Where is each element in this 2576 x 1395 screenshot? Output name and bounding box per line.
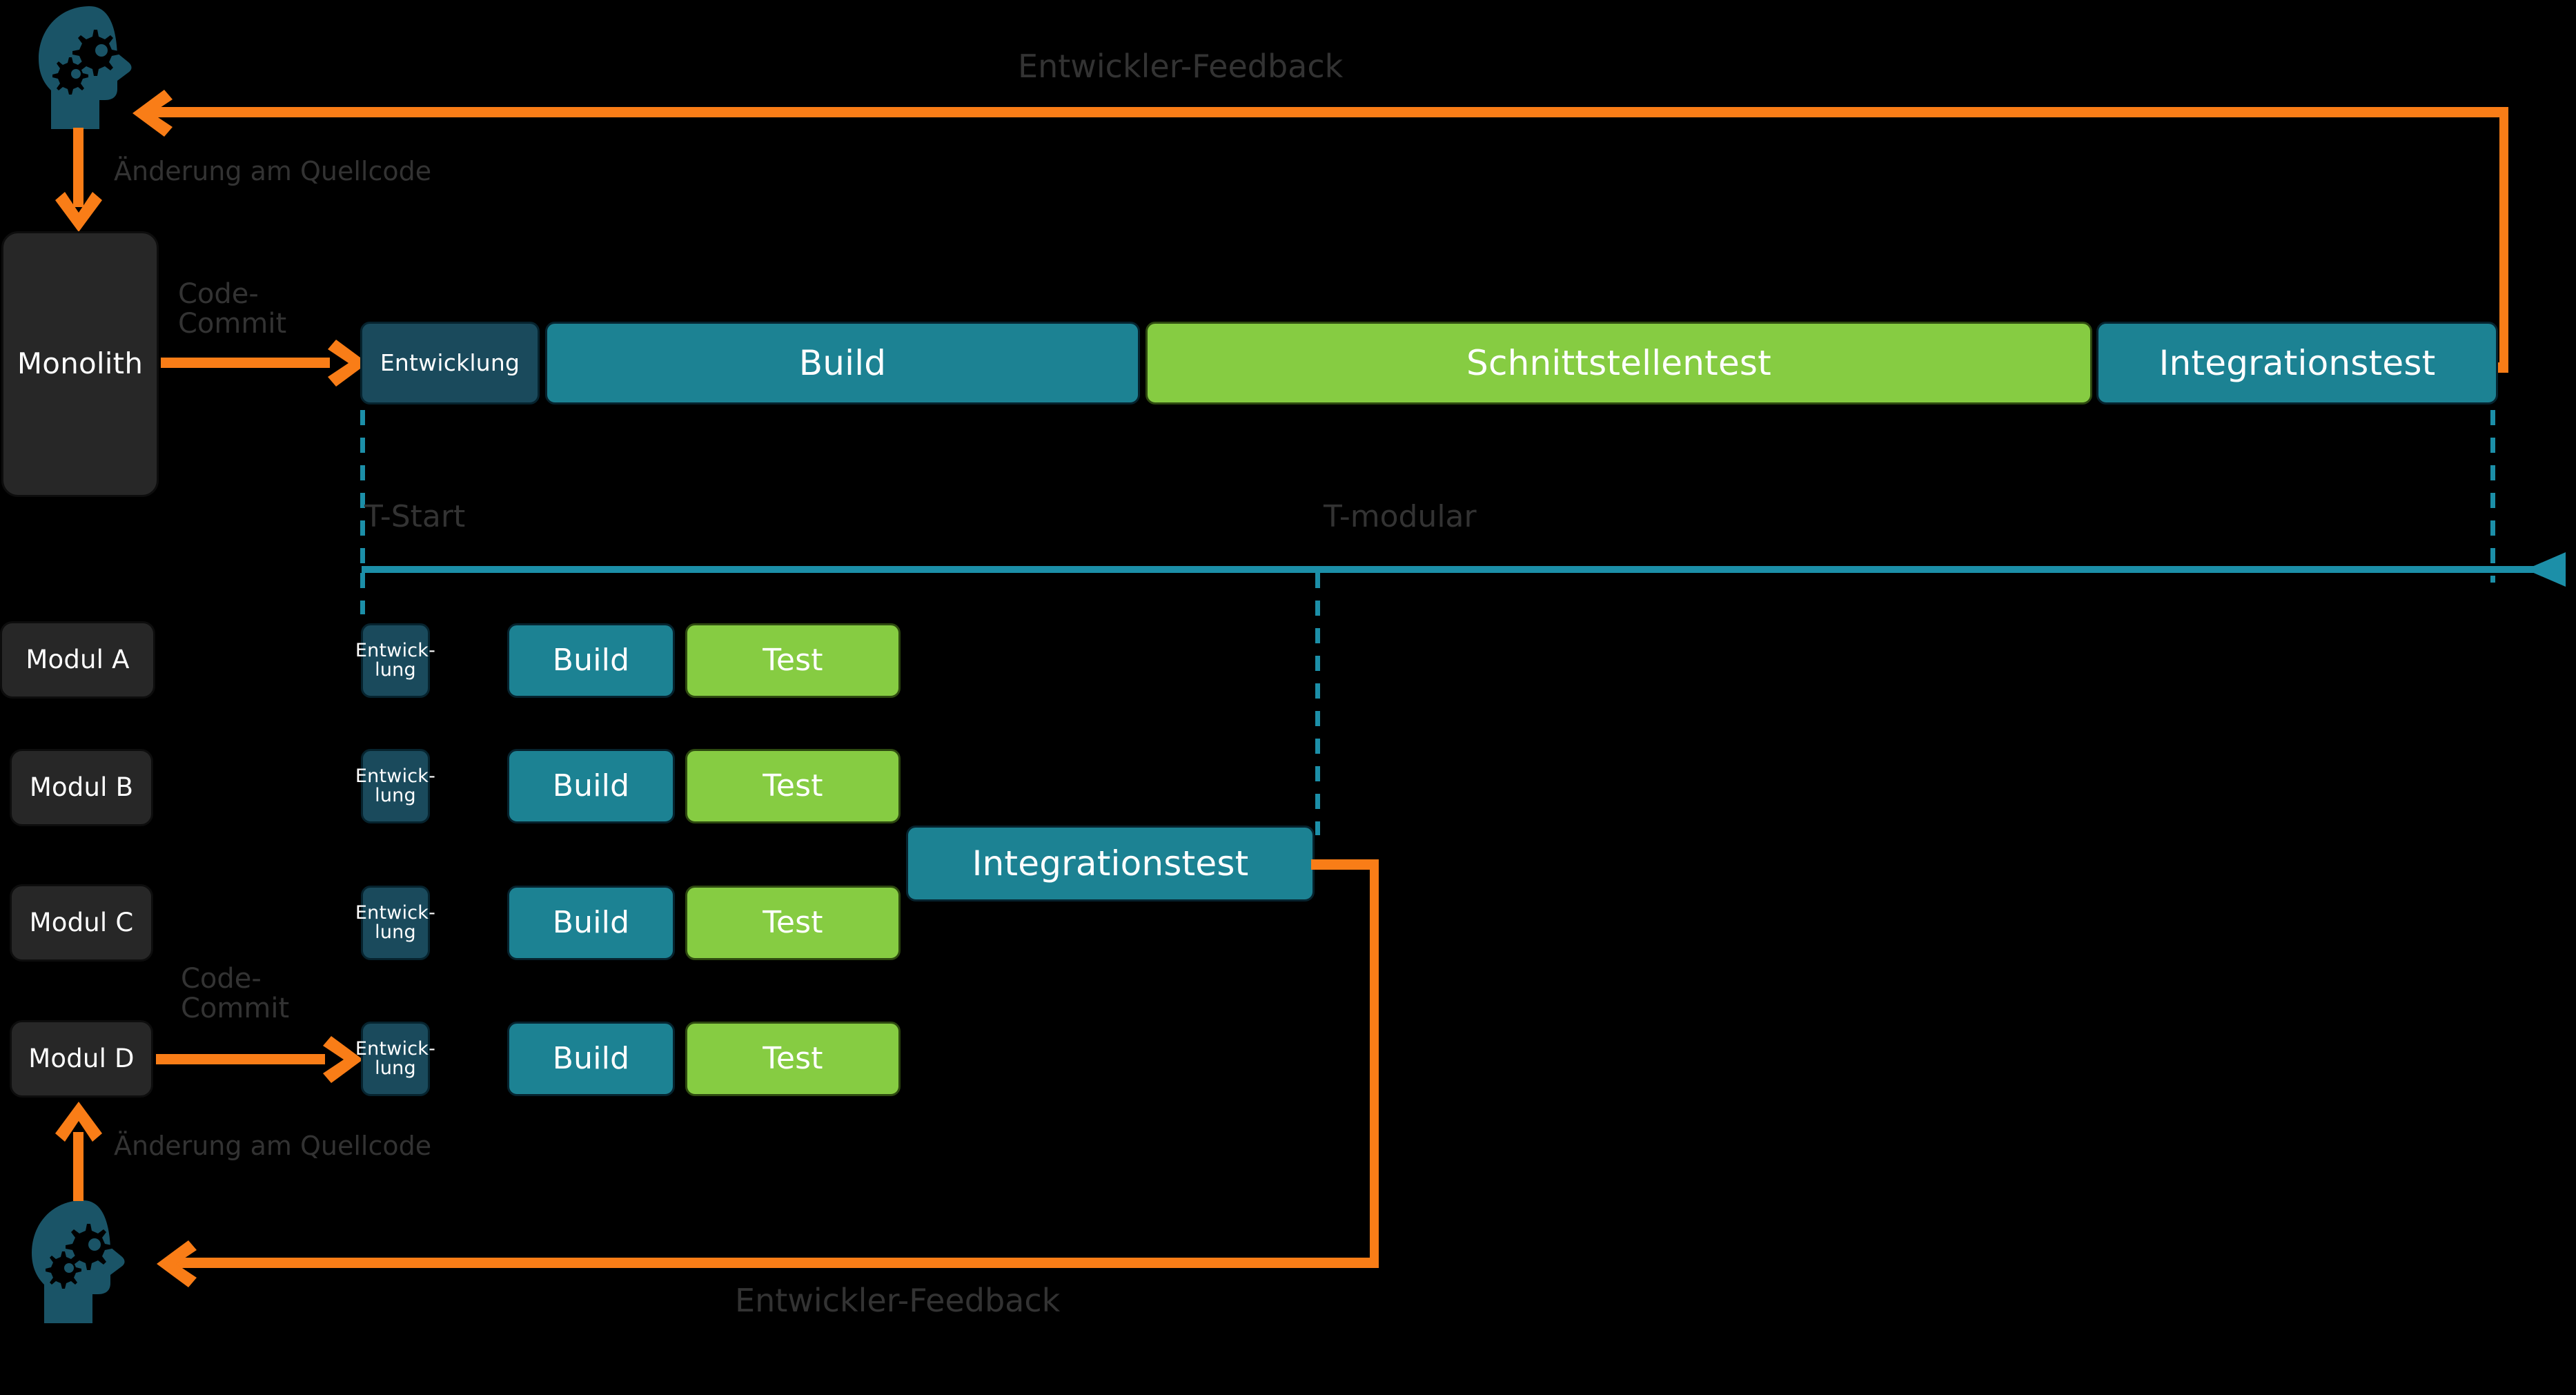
t-start-dashed-line-lower: [360, 573, 365, 614]
monolith-commit-arrow-shaft: [161, 358, 330, 368]
t-modular-label: T-modular: [1324, 499, 1477, 534]
modular-stage-integrationstest[interactable]: Integrationstest: [906, 826, 1315, 901]
stage-label: Entwick- lung: [355, 765, 436, 806]
stage-label: Test: [763, 642, 823, 678]
source-change-label-bottom: Änderung am Quellcode: [114, 1131, 432, 1161]
modular-feedback-arrow-horizontal: [176, 1258, 1379, 1268]
modul-c-stage-entwicklung[interactable]: Entwick- lung: [355, 886, 435, 960]
stage-label: Schnittstellentest: [1466, 342, 1771, 383]
stage-label: Integrationstest: [972, 843, 1249, 884]
source-change-arrow-bottom-head-icon: [55, 1102, 102, 1142]
stage-label: Entwick- lung: [355, 639, 436, 681]
stage-label: Test: [763, 768, 823, 803]
modul-c-stage-build[interactable]: Build: [507, 886, 675, 960]
modul-b-stage-test[interactable]: Test: [685, 749, 901, 823]
module-label: Modul D: [28, 1043, 135, 1073]
module-box-modul-c[interactable]: Modul C: [10, 884, 153, 962]
module-box-modul-a[interactable]: Modul A: [0, 621, 155, 699]
monolith-feedback-label: Entwickler-Feedback: [1018, 48, 1344, 85]
stage-label: Entwick- lung: [355, 1037, 436, 1079]
developer-head-bottom-icon: [32, 1200, 125, 1323]
modul-b-stage-build[interactable]: Build: [507, 749, 675, 823]
stage-label: Entwicklung: [380, 349, 520, 376]
timeline-axis: [362, 566, 2537, 573]
feedback-arrow-top-head-icon: [132, 90, 173, 137]
monolith-system-box[interactable]: Monolith: [1, 231, 159, 497]
feedback-arrow-top-vertical: [2499, 107, 2508, 373]
timeline-arrow-head-icon: [2526, 552, 2566, 587]
modular-commit-arrow-shaft: [156, 1054, 325, 1064]
stage-label: Build: [552, 904, 630, 940]
modul-a-stage-build[interactable]: Build: [507, 623, 675, 698]
stage-label: Entwick- lung: [355, 901, 436, 943]
t-start-dashed-line: [360, 410, 365, 583]
monolith-stage-schnittstellentest[interactable]: Schnittstellentest: [1146, 322, 2092, 404]
monolith-commit-label: Code- Commit: [178, 278, 287, 340]
stage-label: Test: [763, 1040, 823, 1076]
diagram-canvas: Entwickler-Feedback Änderung am Quellcod…: [0, 0, 2576, 1395]
modular-feedback-arrow-stub: [1311, 859, 1379, 870]
modul-d-stage-build[interactable]: Build: [507, 1022, 675, 1096]
modular-commit-label: Code- Commit: [181, 963, 290, 1025]
stage-label: Build: [552, 768, 630, 803]
modul-b-stage-entwicklung[interactable]: Entwick- lung: [355, 749, 435, 823]
stage-label: Integrationstest: [2159, 342, 2436, 383]
stage-label: Build: [798, 342, 887, 383]
modul-a-stage-entwicklung[interactable]: Entwick- lung: [355, 623, 435, 698]
stage-label: Build: [552, 1040, 630, 1076]
module-label: Modul B: [29, 772, 134, 802]
t-modular-dashed-line-monolith: [2490, 410, 2495, 583]
module-box-modul-b[interactable]: Modul B: [10, 749, 153, 826]
module-label: Modul A: [26, 644, 130, 674]
modul-d-stage-entwicklung[interactable]: Entwick- lung: [355, 1022, 435, 1096]
t-start-label: T-Start: [364, 499, 466, 534]
module-label: Modul C: [29, 907, 134, 937]
monolith-stage-build[interactable]: Build: [545, 322, 1140, 404]
modular-feedback-label: Entwickler-Feedback: [735, 1282, 1061, 1319]
modul-c-stage-test[interactable]: Test: [685, 886, 901, 960]
stage-label: Build: [552, 642, 630, 678]
monolith-stage-integrationstest[interactable]: Integrationstest: [2096, 322, 2498, 404]
modular-feedback-arrow-vertical: [1370, 859, 1379, 1263]
feedback-arrow-top-top-rail: [148, 107, 2508, 117]
modul-d-stage-test[interactable]: Test: [685, 1022, 901, 1096]
modul-a-stage-test[interactable]: Test: [685, 623, 901, 698]
monolith-stage-entwicklung[interactable]: Entwicklung: [360, 322, 540, 404]
source-change-arrow-top-head-icon: [55, 192, 102, 232]
modular-feedback-arrow-head-icon: [157, 1240, 197, 1287]
source-change-label-top: Änderung am Quellcode: [114, 156, 432, 186]
module-box-modul-d[interactable]: Modul D: [10, 1020, 153, 1098]
monolith-system-label: Monolith: [17, 347, 144, 381]
stage-label: Test: [763, 904, 823, 940]
t-modular-dashed-line-modular: [1315, 573, 1320, 835]
